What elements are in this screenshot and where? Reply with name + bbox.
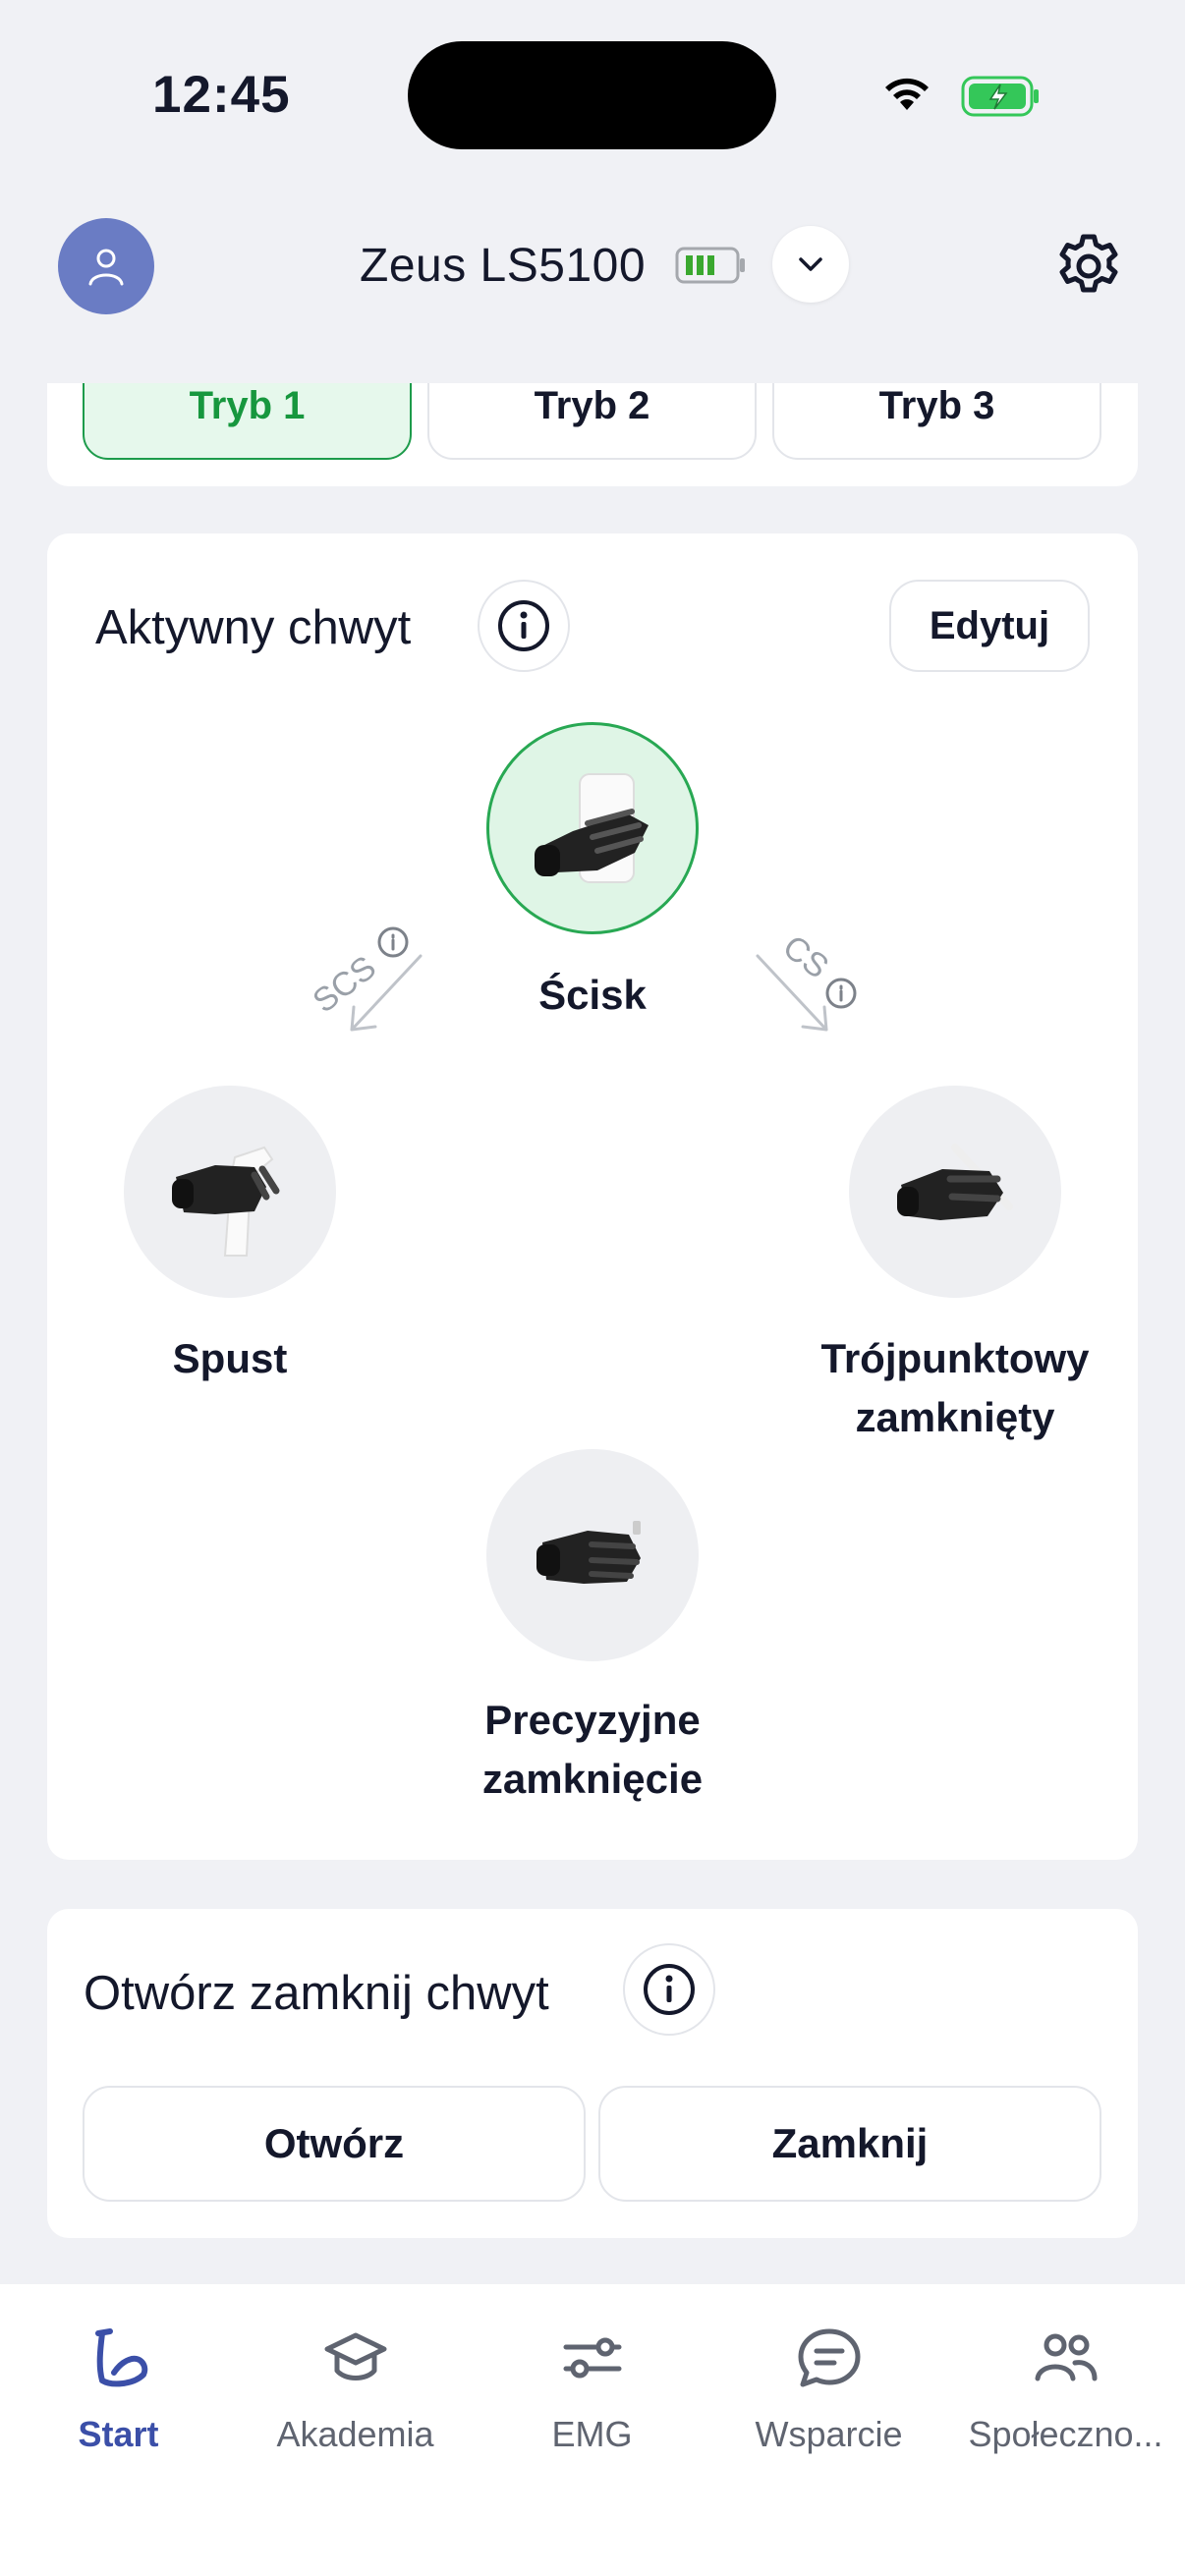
device-battery-icon	[675, 247, 745, 284]
active-grip-card: Aktywny chwyt Edytuj Ścisk SCS CS Spust …	[47, 533, 1138, 1860]
hand-tripod-icon	[897, 1144, 1013, 1220]
open-close-card: Otwórz zamknij chwyt Otwórz Zamknij	[47, 1909, 1138, 2238]
chevron-down-icon	[799, 257, 822, 271]
mode-button-1[interactable]: Tryb 1	[83, 383, 412, 460]
nav-spolecznosc[interactable]: Społeczno...	[947, 2314, 1184, 2471]
nav-label: Start	[78, 2414, 159, 2454]
users-icon	[1035, 2333, 1097, 2381]
nav-akademia[interactable]: Akademia	[237, 2314, 474, 2471]
grip-bottom-label: Precyzyjne zamknięcie	[481, 1697, 704, 1802]
close-button[interactable]: Zamknij	[598, 2086, 1101, 2202]
nav-label: Społeczno...	[968, 2414, 1163, 2454]
grip-left[interactable]	[124, 1086, 336, 1298]
hand-precision-icon	[536, 1521, 641, 1584]
active-grip-info-button[interactable]	[478, 580, 570, 672]
graduation-cap-icon	[324, 2332, 386, 2380]
nav-label: Akademia	[276, 2414, 434, 2454]
nav-start[interactable]: Start	[0, 2314, 237, 2471]
app-header: Zeus LS5100	[0, 187, 1185, 383]
nav-wsparcie[interactable]: Wsparcie	[710, 2314, 947, 2471]
nav-label: EMG	[551, 2414, 633, 2454]
info-icon	[644, 1964, 695, 2015]
cs-info-icon[interactable]	[823, 976, 859, 1011]
open-close-info-button[interactable]	[623, 1943, 715, 2036]
grip-top-label: Ścisk	[538, 972, 647, 1018]
hand-trigger-icon	[172, 1146, 280, 1257]
info-icon	[498, 600, 549, 651]
mode-button-3[interactable]: Tryb 3	[772, 383, 1101, 460]
chat-bubble-icon	[798, 2328, 860, 2387]
dynamic-island	[408, 41, 776, 149]
profile-avatar[interactable]	[58, 218, 154, 314]
active-grip-title: Aktywny chwyt	[95, 601, 412, 654]
hand-grip-icon	[535, 773, 649, 883]
device-name[interactable]: Zeus LS5100	[360, 239, 646, 293]
grip-top-active[interactable]	[486, 722, 699, 934]
scroll-content[interactable]: Tryb 1 Tryb 2 Tryb 3 Aktywny chwyt Edytu…	[0, 383, 1185, 2284]
settings-gear-icon[interactable]	[1054, 232, 1123, 301]
status-bar: 12:45	[0, 0, 1185, 187]
grip-right-label: Trójpunktowy zamknięty	[820, 1335, 1090, 1440]
open-close-title: Otwórz zamknij chwyt	[84, 1967, 549, 2020]
bottom-navigation: Start Akademia EMG Wsparcie Społeczno...	[0, 2284, 1185, 2576]
status-time: 12:45	[152, 66, 291, 124]
scs-info-icon[interactable]	[375, 924, 411, 960]
device-dropdown-button[interactable]	[772, 226, 849, 303]
grip-right[interactable]	[849, 1086, 1061, 1298]
wifi-icon	[885, 78, 929, 110]
grip-bottom[interactable]	[486, 1449, 699, 1661]
arm-icon	[94, 2328, 147, 2387]
nav-emg[interactable]: EMG	[474, 2314, 710, 2471]
nav-label: Wsparcie	[755, 2414, 903, 2454]
mode-button-2[interactable]: Tryb 2	[427, 383, 757, 460]
edit-button[interactable]: Edytuj	[889, 580, 1090, 672]
open-button[interactable]: Otwórz	[83, 2086, 586, 2202]
mode-selector-card: Tryb 1 Tryb 2 Tryb 3	[47, 383, 1138, 486]
battery-icon	[961, 76, 1039, 117]
sliders-icon	[563, 2337, 621, 2379]
grip-left-label: Spust	[172, 1335, 288, 1381]
user-icon	[88, 249, 124, 286]
